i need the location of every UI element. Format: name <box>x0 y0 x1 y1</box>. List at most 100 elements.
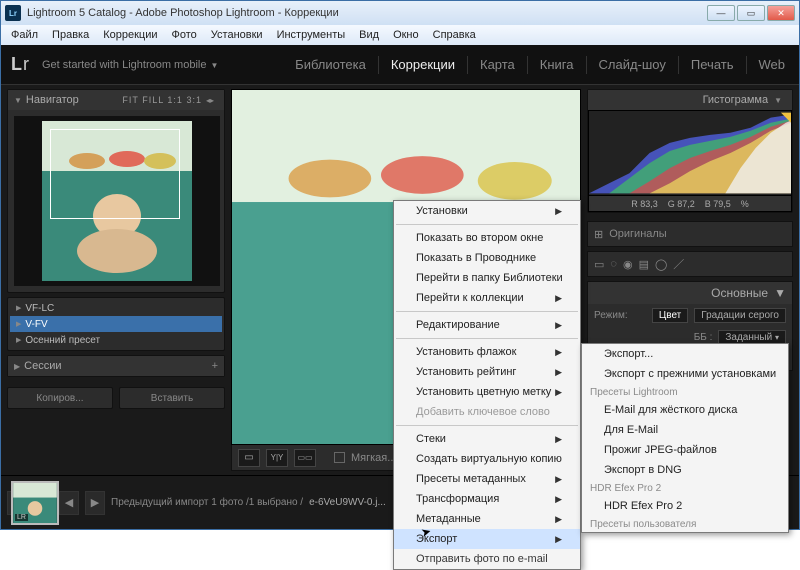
disclosure-icon: ▼ <box>774 286 786 300</box>
context-menu-item[interactable]: Отправить фото по e-mail <box>394 549 580 569</box>
panel-header[interactable]: Основные ▼ <box>588 282 792 304</box>
menu-item[interactable]: Окно <box>387 27 425 43</box>
panel-title: Сессии <box>24 360 61 372</box>
submenu-arrow-icon: ▶ <box>555 293 562 304</box>
crop-tool-icon[interactable]: ▭ <box>594 258 604 271</box>
module-picker: Библиотека Коррекции Карта Книга Слайд-ш… <box>291 55 789 74</box>
plus-icon[interactable]: + <box>212 360 218 372</box>
context-menu-item[interactable]: Установить цветную метку▶ <box>394 382 580 402</box>
chevron-icon[interactable]: ◂▸ <box>206 96 214 105</box>
zoom-options[interactable]: FIT FILL 1:1 3:1 <box>122 95 202 105</box>
radial-tool-icon[interactable]: ◯ <box>655 258 667 271</box>
module-print[interactable]: Печать <box>687 55 738 74</box>
context-group-header: Пресеты Lightroom <box>582 384 788 400</box>
submenu-arrow-icon: ▶ <box>555 367 562 378</box>
preset-item[interactable]: ▶V-FV <box>10 316 222 332</box>
module-web[interactable]: Web <box>755 55 790 74</box>
paste-button[interactable]: Вставить <box>119 387 225 409</box>
compare-before-after-button[interactable]: ▭▭ <box>294 449 316 467</box>
left-column: ▼ Навигатор FIT FILL 1:1 3:1 ◂▸ <box>1 85 231 475</box>
menu-item[interactable]: Вид <box>353 27 385 43</box>
context-menu-item[interactable]: HDR Efex Pro 2 <box>582 496 788 516</box>
triangle-icon: ▶ <box>16 304 21 312</box>
brush-tool-icon[interactable]: ／ <box>673 256 684 272</box>
panel-title: Гистограмма <box>703 94 769 106</box>
app-icon: Lr <box>5 5 21 21</box>
filmstrip-thumb[interactable]: LR <box>11 481 59 525</box>
filmstrip-thumbs: LR <box>11 481 59 525</box>
soft-proof-checkbox[interactable] <box>334 452 345 463</box>
navigator-thumb[interactable] <box>8 110 224 292</box>
titlebar: Lr Lightroom 5 Catalog - Adobe Photoshop… <box>1 1 799 25</box>
module-develop[interactable]: Коррекции <box>387 55 459 74</box>
context-menu-item[interactable]: Установить флажок▶ <box>394 342 580 362</box>
menu-item[interactable]: Файл <box>5 27 44 43</box>
triangle-icon: ▶ <box>16 336 21 344</box>
context-menu-item[interactable]: Создать виртуальную копию <box>394 449 580 469</box>
context-menu-item[interactable]: Стеки▶ <box>394 429 580 449</box>
preset-item[interactable]: ▶VF-LC <box>10 300 222 316</box>
menu-item[interactable]: Фото <box>166 27 203 43</box>
panel-header[interactable]: ▶ Сессии + <box>8 356 224 376</box>
menu-item[interactable]: Установки <box>205 27 269 43</box>
compare-yy-button[interactable]: Y|Y <box>266 449 288 467</box>
context-menu-item[interactable]: Перейти в папку Библиотеки <box>394 268 580 288</box>
spot-tool-icon[interactable]: ◌ <box>610 258 617 270</box>
panel-header[interactable]: ▼ Навигатор FIT FILL 1:1 3:1 ◂▸ <box>8 90 224 110</box>
context-menu-item[interactable]: Экспорт в DNG <box>582 460 788 480</box>
context-menu-item[interactable]: Для E-Mail <box>582 420 788 440</box>
mobile-hint[interactable]: Get started with Lightroom mobile▼ <box>42 59 218 71</box>
panel-title: Основные <box>711 286 768 300</box>
module-book[interactable]: Книга <box>536 55 578 74</box>
histogram-panel: Гистограмма ▼ R <box>587 89 793 213</box>
context-menu-item[interactable]: Установки▶ <box>394 201 580 221</box>
loupe-view-button[interactable]: ▭ <box>238 449 260 467</box>
context-menu-item[interactable]: Редактирование▶ <box>394 315 580 335</box>
filmstrip-info: Предыдущий импорт 1 фото /1 выбрано / <box>111 497 303 508</box>
module-library[interactable]: Библиотека <box>291 55 370 74</box>
menu-item[interactable]: Справка <box>427 27 482 43</box>
context-menu-item[interactable]: Показать в Проводнике <box>394 248 580 268</box>
treatment-bw[interactable]: Градации серого <box>694 308 786 323</box>
wb-label: ББ : <box>694 332 713 343</box>
navigator-image <box>42 121 192 281</box>
copy-button[interactable]: Копиров... <box>7 387 113 409</box>
filmstrip-fwd[interactable]: ▶ <box>85 491 105 515</box>
histogram-chart[interactable] <box>588 110 792 196</box>
context-menu-item[interactable]: E-Mail для жёсткого диска <box>582 400 788 420</box>
context-menu-item[interactable]: Экспорт с прежними установками <box>582 364 788 384</box>
treatment-color[interactable]: Цвет <box>652 308 688 323</box>
context-menu-item[interactable]: Прожиг JPEG-файлов <box>582 440 788 460</box>
triangle-icon: ▶ <box>16 320 21 328</box>
panel-header[interactable]: Гистограмма ▼ <box>588 90 792 110</box>
originals-label: Оригиналы <box>609 228 667 240</box>
soft-proof-label: Мягкая... <box>351 452 396 464</box>
context-menu-item[interactable]: Показать во втором окне <box>394 228 580 248</box>
app-body: Lr Get started with Lightroom mobile▼ Би… <box>1 45 799 529</box>
context-menu-item[interactable]: Пресеты метаданных▶ <box>394 469 580 489</box>
disclosure-icon: ▼ <box>14 96 22 105</box>
maximize-button[interactable]: ▭ <box>737 5 765 21</box>
context-menu-item[interactable]: Экспорт... <box>582 344 788 364</box>
app-window: Lr Lightroom 5 Catalog - Adobe Photoshop… <box>0 0 800 530</box>
gradient-tool-icon[interactable]: ▤ <box>639 258 649 271</box>
disclosure-icon: ▼ <box>774 96 782 105</box>
context-menu-item[interactable]: Установить рейтинг▶ <box>394 362 580 382</box>
module-slideshow[interactable]: Слайд-шоу <box>595 55 670 74</box>
filmstrip-back[interactable]: ◀ <box>59 491 79 515</box>
context-menu-item[interactable]: Трансформация▶ <box>394 489 580 509</box>
nav-crop-rect[interactable] <box>50 129 180 219</box>
close-button[interactable]: ✕ <box>767 5 795 21</box>
context-menu-item[interactable]: Перейти к коллекции▶ <box>394 288 580 308</box>
originals-row[interactable]: ⊞ Оригиналы <box>587 221 793 247</box>
context-group-header: HDR Efex Pro 2 <box>582 480 788 496</box>
menu-item[interactable]: Коррекции <box>97 27 163 43</box>
menu-item[interactable]: Правка <box>46 27 95 43</box>
preset-item[interactable]: ▶Осенний пресет <box>10 332 222 348</box>
module-map[interactable]: Карта <box>476 55 519 74</box>
redeye-tool-icon[interactable]: ◉ <box>623 258 633 271</box>
minimize-button[interactable]: — <box>707 5 735 21</box>
treatment-label: Режим: <box>594 310 628 321</box>
navigator-panel: ▼ Навигатор FIT FILL 1:1 3:1 ◂▸ <box>7 89 225 293</box>
menu-item[interactable]: Инструменты <box>271 27 352 43</box>
